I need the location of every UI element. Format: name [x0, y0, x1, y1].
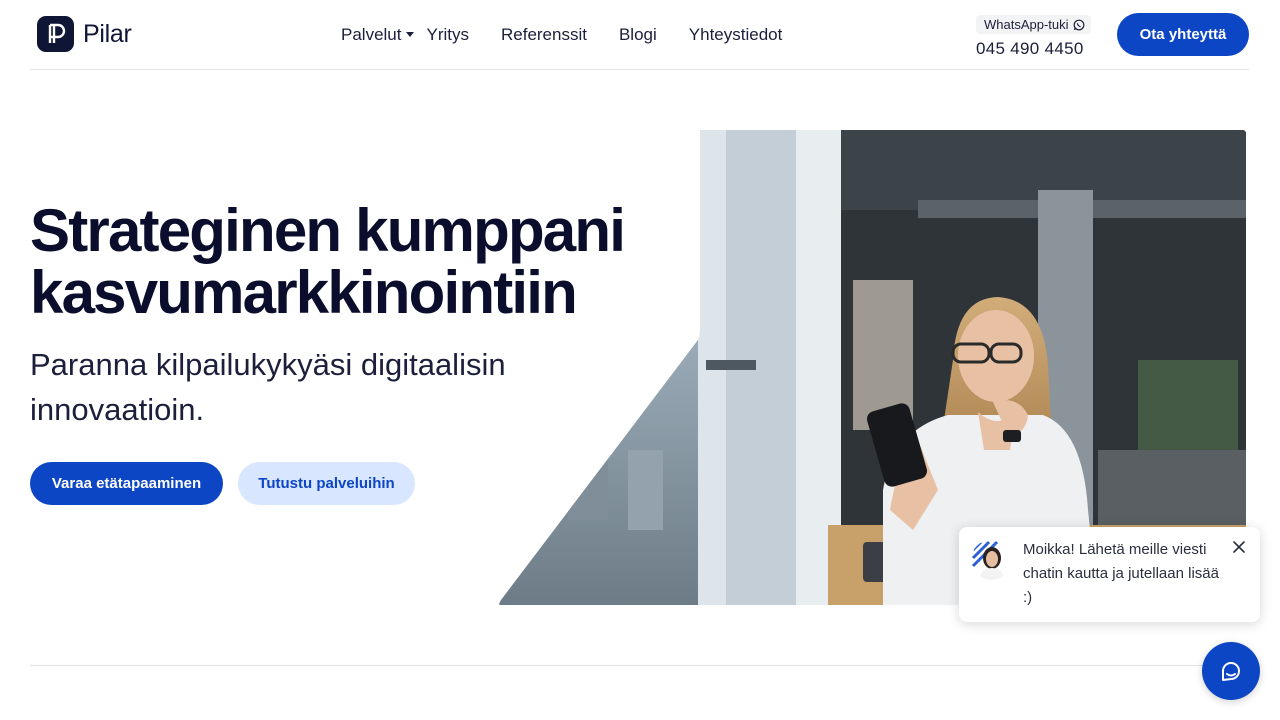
contact-button[interactable]: Ota yhteyttä [1117, 13, 1249, 56]
chat-popup[interactable]: Moikka! Lähetä meille viesti chatin kaut… [959, 527, 1260, 622]
caret-down-icon [406, 31, 415, 37]
agent-avatar [971, 540, 1011, 580]
site-header: Pilar Palvelut Yritys Referenssit Blogi … [0, 0, 1280, 70]
logo[interactable]: Pilar [37, 16, 132, 52]
whatsapp-label: WhatsApp-tuki [984, 17, 1069, 32]
explore-services-button[interactable]: Tutustu palveluihin [238, 462, 415, 505]
chat-bubble-icon [1222, 662, 1240, 681]
whatsapp-icon [1073, 19, 1084, 30]
logo-mark-icon [37, 16, 74, 52]
main-nav: Palvelut Yritys Referenssit Blogi Yhteys… [341, 25, 814, 45]
nav-item-blogi[interactable]: Blogi [619, 25, 657, 45]
logo-text: Pilar [83, 19, 132, 48]
nav-item-label: Palvelut [341, 25, 402, 44]
section-divider [30, 665, 1249, 666]
header-divider [30, 69, 1249, 70]
chat-launcher-button[interactable] [1202, 642, 1260, 700]
whatsapp-support: WhatsApp-tuki 045 490 4450 [976, 15, 1096, 59]
chat-message: Moikka! Lähetä meille viesti chatin kaut… [1023, 541, 1219, 606]
nav-item-yritys[interactable]: Yritys [426, 25, 469, 45]
close-icon[interactable] [1231, 539, 1247, 555]
nav-item-referenssit[interactable]: Referenssit [501, 25, 587, 45]
nav-item-palvelut[interactable]: Palvelut [341, 25, 415, 45]
phone-number[interactable]: 045 490 4450 [976, 39, 1096, 59]
whatsapp-badge[interactable]: WhatsApp-tuki [976, 15, 1091, 34]
nav-item-yhteystiedot[interactable]: Yhteystiedot [689, 25, 783, 45]
book-meeting-button[interactable]: Varaa etätapaaminen [30, 462, 223, 505]
